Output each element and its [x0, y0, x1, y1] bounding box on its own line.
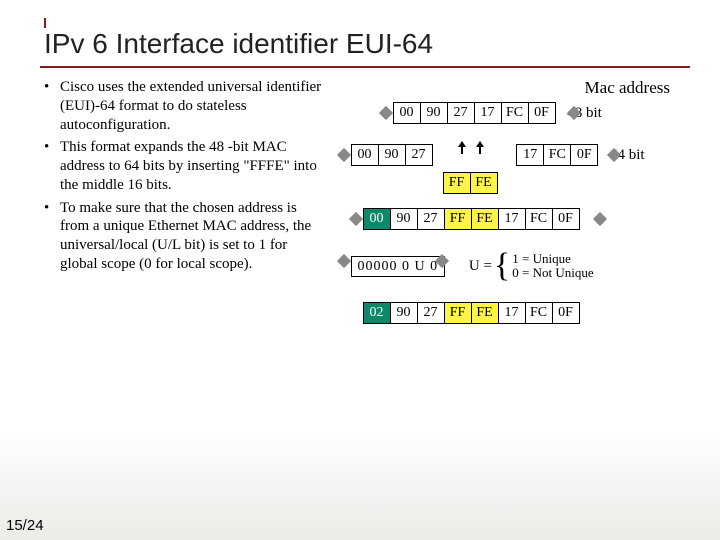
- page-title: IPv 6 Interface identifier EUI-64: [40, 20, 690, 68]
- diamond-icon: [592, 212, 606, 226]
- cell: 00: [351, 144, 379, 166]
- cell: FC: [543, 144, 571, 166]
- cell: 27: [417, 208, 445, 230]
- cell-fe: FE: [471, 302, 499, 324]
- diamond-icon: [336, 148, 350, 162]
- bullet-3: To make sure that the chosen address is …: [40, 199, 323, 274]
- cell: 17: [498, 208, 526, 230]
- cell-ff: FF: [444, 302, 472, 324]
- bullet-2: This format expands the 48 -bit MAC addr…: [40, 138, 323, 194]
- cell-fe: FE: [470, 172, 498, 194]
- ul-bit-row: 00000 0 U 0 U = { 1 = Unique 0 = Not Uni…: [333, 252, 691, 280]
- brace-icon: {: [494, 256, 510, 276]
- cell: 90: [390, 302, 418, 324]
- u1-label: 1 = Unique: [512, 251, 571, 266]
- diamond-icon: [336, 254, 350, 268]
- fffe-insert-row: FF FE: [333, 172, 691, 194]
- cell-teal: 02: [363, 302, 391, 324]
- mac-48bit-row: 00 90 27 17 FC 0F 48 bit: [333, 102, 691, 126]
- cell: FC: [501, 102, 529, 124]
- cell: 27: [447, 102, 475, 124]
- cell: FC: [525, 302, 553, 324]
- cell: 17: [516, 144, 544, 166]
- cell-ff: FF: [444, 208, 472, 230]
- cell: 0F: [528, 102, 556, 124]
- cell: 90: [420, 102, 448, 124]
- cell: 17: [474, 102, 502, 124]
- diamond-icon: [348, 212, 362, 226]
- cell: 0F: [552, 302, 580, 324]
- background-photo: [0, 430, 720, 540]
- mac-split-row: 00 90 27 17 FC 0F 64 bit: [333, 144, 691, 168]
- diamond-icon: [378, 106, 392, 120]
- cell: FC: [525, 208, 553, 230]
- arrow-up-icon: [479, 142, 481, 154]
- cell: 90: [390, 208, 418, 230]
- u0-label: 0 = Not Unique: [512, 265, 593, 280]
- cell: 0F: [552, 208, 580, 230]
- cell: 90: [378, 144, 406, 166]
- cell: 00: [393, 102, 421, 124]
- u-equals: U =: [469, 258, 492, 275]
- binary-byte: 00000 0 U 0: [351, 256, 446, 277]
- page-number: 15/24: [6, 517, 44, 534]
- cell-ff: FF: [443, 172, 471, 194]
- cell-teal: 00: [363, 208, 391, 230]
- eui64-row: 00 90 27 FF FE 17 FC 0F: [333, 208, 691, 232]
- final-eui64-row: 02 90 27 FF FE 17 FC 0F: [333, 302, 691, 326]
- arrow-up-icon: [461, 142, 463, 154]
- bullet-1: Cisco uses the extended universal identi…: [40, 78, 323, 134]
- mac-address-label: Mac address: [333, 78, 691, 98]
- cell-fe: FE: [471, 208, 499, 230]
- cell: 0F: [570, 144, 598, 166]
- cell: 17: [498, 302, 526, 324]
- bullet-list: Cisco uses the extended universal identi…: [40, 78, 323, 274]
- cell: 27: [417, 302, 445, 324]
- cell: 27: [405, 144, 433, 166]
